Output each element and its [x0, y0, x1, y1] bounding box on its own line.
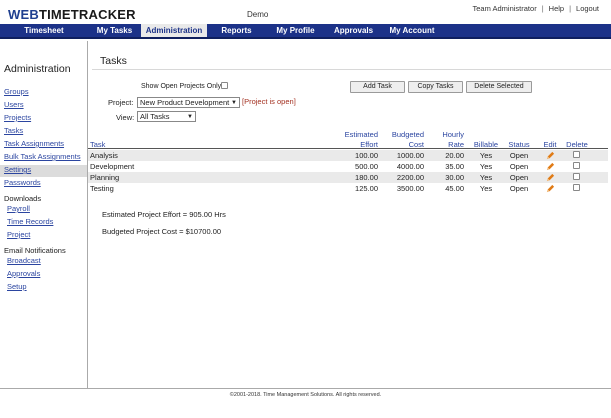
copy-tasks-button[interactable]: Copy Tasks	[408, 81, 463, 93]
download-payroll[interactable]: Payroll	[7, 204, 30, 213]
cell-status: Open	[509, 173, 529, 182]
project-label: Project:	[108, 98, 134, 107]
view-select[interactable]: All Tasks ▼	[137, 111, 196, 122]
help-link[interactable]: Help	[549, 4, 564, 13]
title-divider	[92, 69, 611, 70]
separator: |	[541, 4, 544, 13]
user-link[interactable]: Team Administrator	[473, 4, 537, 13]
footer-divider	[0, 388, 611, 389]
cell-task: Analysis	[90, 151, 118, 160]
table-row: Analysis 100.00 1000.00 20.00 Yes Open	[88, 150, 608, 161]
tab-my-profile[interactable]: My Profile	[266, 24, 325, 37]
cell-effort: 180.00	[355, 173, 378, 182]
download-time-records[interactable]: Time Records	[7, 217, 53, 226]
sidebar-item-groups[interactable]: Groups	[4, 87, 29, 96]
demo-label: Demo	[247, 10, 269, 19]
chevron-down-icon: ▼	[231, 100, 237, 106]
sidebar-item-tasks[interactable]: Tasks	[4, 126, 23, 135]
footer-copyright: ©2001-2018. Time Management Solutions. A…	[229, 392, 382, 398]
cell-status: Open	[509, 151, 529, 160]
cell-billable: Yes	[479, 151, 493, 160]
pencil-icon[interactable]	[546, 184, 555, 193]
view-select-value: All Tasks	[140, 112, 170, 121]
cell-cost: 3500.00	[396, 184, 424, 193]
cell-billable: Yes	[479, 184, 493, 193]
pencil-icon[interactable]	[546, 173, 555, 182]
pencil-icon[interactable]	[546, 151, 555, 160]
email-approvals[interactable]: Approvals	[7, 269, 40, 278]
downloads-heading: Downloads	[4, 194, 42, 203]
cell-effort: 125.00	[355, 184, 378, 193]
tab-timesheet[interactable]: Timesheet	[0, 24, 88, 37]
row-select-checkbox[interactable]	[573, 151, 580, 158]
main-nav: Timesheet My Tasks Administration Report…	[0, 24, 611, 39]
cell-cost: 4000.00	[396, 162, 424, 171]
logout-link[interactable]: Logout	[576, 4, 599, 13]
project-status: [Project is open]	[242, 97, 296, 106]
col-effort-line1: Estimated	[344, 130, 378, 139]
page-title: Tasks	[100, 55, 127, 67]
cell-rate: 20.00	[445, 151, 464, 160]
project-effort-summary: Estimated Project Effort = 905.00 Hrs	[102, 210, 226, 219]
delete-selected-button[interactable]: Delete Selected	[466, 81, 532, 93]
row-select-checkbox[interactable]	[573, 184, 580, 191]
top-links: Team Administrator | Help | Logout	[473, 4, 600, 13]
app-logo[interactable]: WEBTIMETRACKER	[8, 7, 136, 22]
tab-reports[interactable]: Reports	[207, 24, 266, 37]
tab-my-tasks[interactable]: My Tasks	[88, 24, 141, 37]
table-row: Testing 125.00 3500.00 45.00 Yes Open	[88, 183, 608, 194]
tab-approvals[interactable]: Approvals	[325, 24, 382, 37]
email-broadcast[interactable]: Broadcast	[7, 256, 41, 265]
col-rate-line1: Hourly	[442, 130, 464, 139]
logo-timetracker: TIMETRACKER	[38, 7, 136, 22]
email-setup[interactable]: Setup	[7, 282, 27, 291]
cell-effort: 100.00	[355, 151, 378, 160]
cell-rate: 35.00	[445, 162, 464, 171]
sidebar-item-bulk-task-assignments[interactable]: Bulk Task Assignments	[4, 152, 81, 161]
row-select-checkbox[interactable]	[573, 173, 580, 180]
show-open-label: Show Open Projects Only:	[141, 83, 224, 90]
cell-task: Planning	[90, 173, 120, 182]
sidebar-item-passwords[interactable]: Passwords	[4, 178, 41, 187]
cell-status: Open	[509, 184, 529, 193]
sidebar-item-users[interactable]: Users	[4, 100, 24, 109]
add-task-button[interactable]: Add Task	[350, 81, 405, 93]
cell-cost: 1000.00	[396, 151, 424, 160]
cell-task: Development	[90, 162, 135, 171]
cell-billable: Yes	[479, 162, 493, 171]
logo-web: WEB	[8, 7, 39, 22]
sidebar-title: Administration	[4, 63, 71, 75]
sidebar-item-settings[interactable]: Settings	[4, 165, 31, 174]
separator: |	[569, 4, 572, 13]
cell-billable: Yes	[479, 173, 493, 182]
chevron-down-icon: ▼	[187, 114, 193, 120]
row-select-checkbox[interactable]	[573, 162, 580, 169]
cell-effort: 500.00	[355, 162, 378, 171]
tab-my-account[interactable]: My Account	[382, 24, 442, 37]
project-select-value: New Product Development	[140, 98, 230, 107]
project-cost-summary: Budgeted Project Cost = $10700.00	[102, 227, 222, 236]
cell-task: Testing	[90, 184, 114, 193]
cell-status: Open	[509, 162, 529, 171]
project-select[interactable]: New Product Development ▼	[137, 97, 240, 108]
table-header-rule	[88, 148, 608, 149]
cell-cost: 2200.00	[396, 173, 424, 182]
show-open-checkbox[interactable]	[221, 82, 228, 89]
cell-rate: 45.00	[445, 184, 464, 193]
email-heading: Email Notifications	[4, 246, 66, 255]
sidebar: Administration Groups Users Projects Tas…	[0, 41, 88, 388]
sidebar-item-projects[interactable]: Projects	[4, 113, 31, 122]
cell-rate: 30.00	[445, 173, 464, 182]
col-cost-line1: Budgeted	[391, 130, 424, 139]
view-label: View:	[116, 113, 135, 122]
pencil-icon[interactable]	[546, 162, 555, 171]
tab-administration[interactable]: Administration	[141, 24, 207, 37]
download-project[interactable]: Project	[7, 230, 30, 239]
table-row: Planning 180.00 2200.00 30.00 Yes Open	[88, 172, 608, 183]
sidebar-item-task-assignments[interactable]: Task Assignments	[4, 139, 64, 148]
table-row: Development 500.00 4000.00 35.00 Yes Ope…	[88, 161, 608, 172]
